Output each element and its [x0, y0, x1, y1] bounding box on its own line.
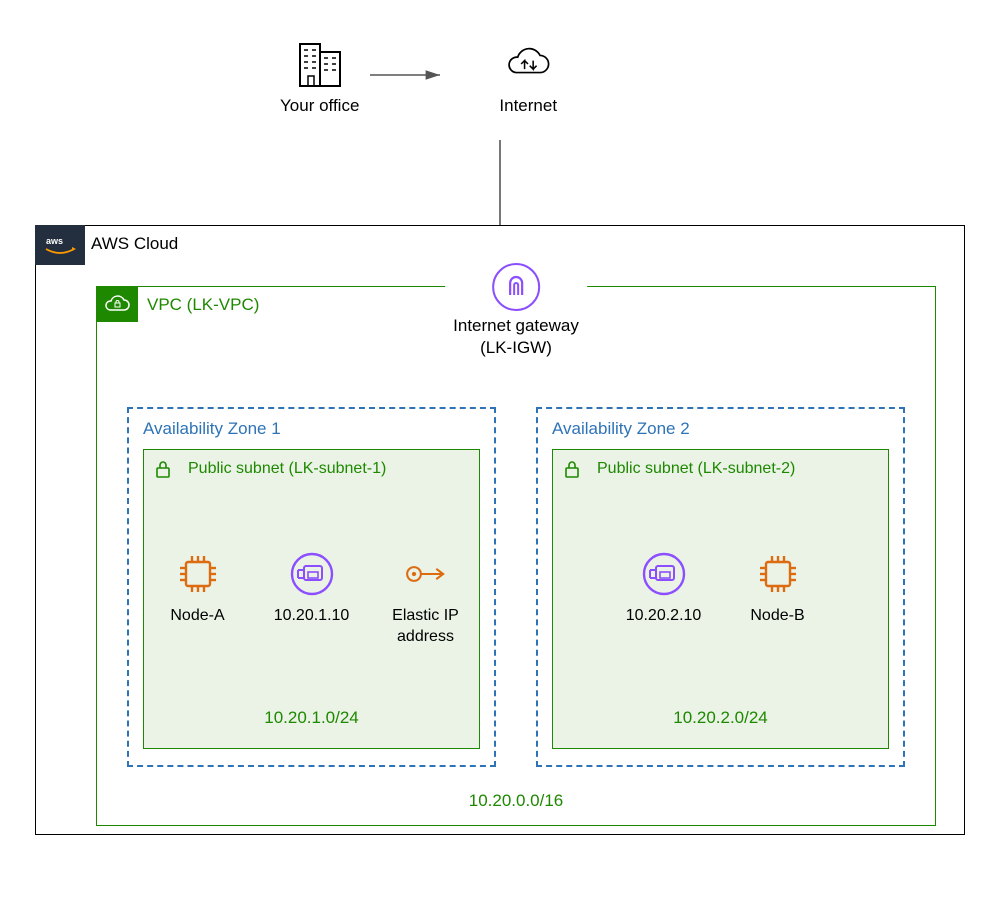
eip-label: Elastic IP address	[392, 606, 459, 648]
elastic-ip-icon	[402, 550, 450, 598]
igw-label-line1: Internet gateway	[453, 316, 579, 335]
office-item: Your office	[280, 40, 359, 116]
aws-logo-icon: aws	[42, 233, 78, 257]
subnet-1-header: Public subnet (LK-subnet-1)	[144, 450, 479, 488]
subnet-1-box: Public subnet (LK-subnet-1)	[143, 449, 480, 749]
az1-label: Availability Zone 1	[143, 419, 480, 439]
igw-label: Internet gateway (LK-IGW)	[453, 315, 579, 359]
eni-2-label: 10.20.2.10	[626, 606, 702, 627]
cloud-icon	[504, 40, 552, 88]
eni-icon	[640, 550, 688, 598]
vpc-box: VPC (LK-VPC) Internet gateway (LK-IGW) A…	[96, 286, 936, 826]
availability-zone-2: Availability Zone 2 Public subnet (LK-su…	[536, 407, 905, 767]
subnet-lock-icon	[144, 450, 182, 488]
internet-label: Internet	[499, 96, 557, 116]
eip-label-line2: address	[397, 628, 454, 645]
subnet-1-cidr: 10.20.1.0/24	[144, 708, 479, 728]
az2-label: Availability Zone 2	[552, 419, 889, 439]
node-a-label: Node-A	[170, 606, 224, 627]
igw-label-line2: (LK-IGW)	[480, 338, 552, 357]
internet-item: Internet	[499, 40, 557, 116]
subnet-2-label: Public subnet (LK-subnet-2)	[597, 460, 795, 478]
vpc-label: VPC (LK-VPC)	[147, 295, 259, 315]
eni-2: 10.20.2.10	[619, 550, 709, 627]
node-b-label: Node-B	[750, 606, 804, 627]
svg-text:aws: aws	[46, 236, 63, 246]
instance-icon	[754, 550, 802, 598]
availability-zone-1: Availability Zone 1 Public subnet (LK-su…	[127, 407, 496, 767]
vpc-cloud-icon	[103, 292, 131, 316]
aws-logo-badge: aws	[35, 225, 85, 265]
vpc-cidr: 10.20.0.0/16	[97, 791, 935, 811]
eni-icon	[288, 550, 336, 598]
subnet-1-resources: Node-A	[144, 550, 479, 648]
subnet-2-cidr: 10.20.2.0/24	[553, 708, 888, 728]
instance-icon	[174, 550, 222, 598]
az-row: Availability Zone 1 Public subnet (LK-su…	[127, 407, 905, 767]
elastic-ip: Elastic IP address	[381, 550, 471, 648]
subnet-2-box: Public subnet (LK-subnet-2)	[552, 449, 889, 749]
subnet-2-header: Public subnet (LK-subnet-2)	[553, 450, 888, 488]
eni-1: 10.20.1.10	[267, 550, 357, 648]
node-b: Node-B	[733, 550, 823, 627]
vpc-badge	[96, 286, 138, 322]
aws-cloud-box: aws AWS Cloud VPC (LK-VPC) Interne	[35, 225, 965, 835]
aws-cloud-label: AWS Cloud	[91, 234, 178, 254]
office-icon	[296, 40, 344, 88]
eip-label-line1: Elastic IP	[392, 607, 459, 624]
node-a: Node-A	[153, 550, 243, 648]
eni-1-label: 10.20.1.10	[274, 606, 350, 627]
subnet-1-label: Public subnet (LK-subnet-1)	[188, 460, 386, 478]
top-row: Your office Internet	[280, 40, 557, 116]
office-label: Your office	[280, 96, 359, 116]
internet-gateway: Internet gateway (LK-IGW)	[445, 263, 587, 359]
igw-icon	[492, 263, 540, 311]
subnet-lock-icon	[553, 450, 591, 488]
subnet-2-resources: 10.20.2.10	[553, 550, 888, 627]
